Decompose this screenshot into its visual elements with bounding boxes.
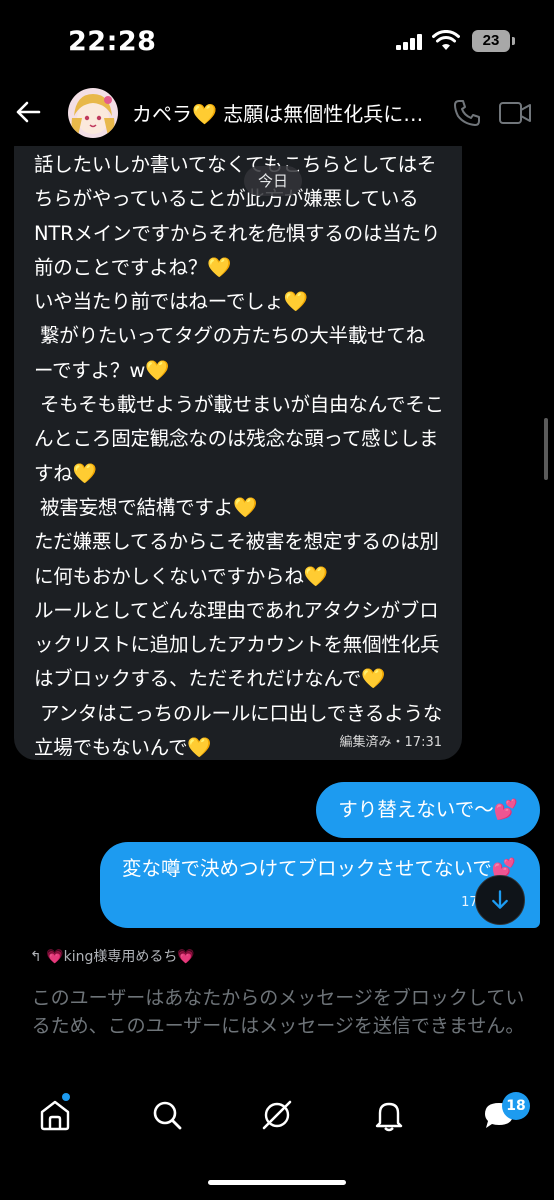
status-time: 22:28: [68, 26, 157, 57]
video-camera-icon[interactable]: [498, 100, 532, 126]
search-icon[interactable]: [150, 1098, 184, 1132]
arrow-left-icon[interactable]: [14, 98, 42, 126]
home-indicator[interactable]: [208, 1180, 346, 1185]
sent-message-text: 変な噂で決めつけてブロックさせてないで💕: [122, 857, 517, 880]
message-timestamp: 編集済み・17:31: [339, 735, 442, 750]
messages-badge: 18: [502, 1092, 530, 1120]
phone-icon[interactable]: [452, 98, 482, 128]
bell-icon[interactable]: [372, 1098, 406, 1132]
battery-tip: [512, 37, 515, 45]
cellular-signal-icon: [396, 34, 424, 50]
conversation-header: カペラ💛 志願は無個性化兵に…: [0, 84, 554, 146]
avatar[interactable]: [68, 88, 118, 138]
home-icon[interactable]: [38, 1098, 72, 1132]
grok-icon[interactable]: [260, 1098, 294, 1132]
reply-user: 💗king様専用めるち💗: [46, 949, 195, 965]
status-bar: 22:28 23: [0, 0, 554, 84]
bottom-tab-bar: [0, 1080, 554, 1150]
sent-message-bubble[interactable]: すり替えないで〜💕: [316, 782, 540, 838]
reply-indicator: ↰ 💗king様専用めるち💗: [30, 946, 450, 970]
blocked-notice: このユーザーはあなたからのメッセージをブロックしているため、このユーザーにはメッ…: [31, 987, 525, 1037]
sent-message-bubble[interactable]: 変な噂で決めつけてブロックさせてないで💕 17:: [100, 842, 540, 928]
home-notification-dot: [62, 1093, 70, 1101]
reply-arrow-icon: ↰: [30, 949, 47, 965]
date-separator: 今日: [244, 166, 303, 196]
message-list[interactable]: 話したいしか書いてなくてもこちらとしてはそちらがやっていることが此方が嫌悪してい…: [0, 146, 554, 946]
battery-indicator: 23: [472, 30, 510, 52]
scrollbar[interactable]: [544, 418, 548, 480]
conversation-title[interactable]: カペラ💛 志願は無個性化兵に…: [132, 98, 428, 127]
sent-message-text: すり替えないで〜💕: [338, 798, 518, 821]
arrow-down-icon[interactable]: [475, 875, 525, 925]
received-message-bubble[interactable]: 話したいしか書いてなくてもこちらとしてはそちらがやっていることが此方が嫌悪してい…: [14, 146, 462, 760]
received-message-text: 話したいしか書いてなくてもこちらとしてはそちらがやっていることが此方が嫌悪してい…: [34, 153, 444, 760]
wifi-icon: [432, 30, 460, 50]
